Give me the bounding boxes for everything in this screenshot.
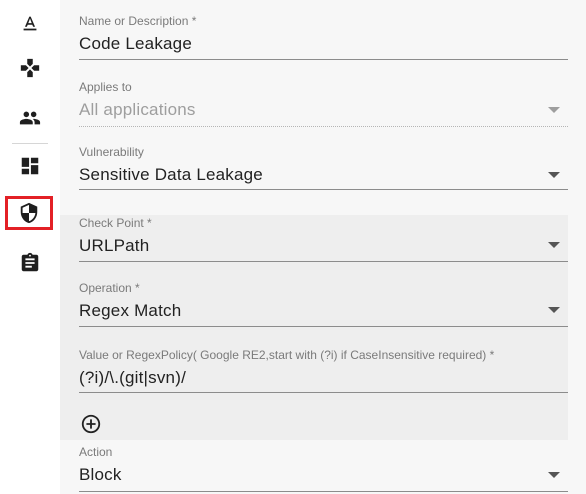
regex-input[interactable]: (?i)/\.(git|svn)/ xyxy=(79,368,186,388)
regex-label: Value or RegexPolicy( Google RE2,start w… xyxy=(79,348,495,362)
applies-to-label: Applies to xyxy=(79,80,132,94)
action-field[interactable]: Action Block xyxy=(60,440,568,494)
add-circle-icon[interactable] xyxy=(80,413,102,435)
chevron-down-icon[interactable] xyxy=(548,172,560,178)
name-underline xyxy=(79,59,568,60)
action-label: Action xyxy=(79,445,113,459)
action-underline xyxy=(79,491,568,492)
applies-to-select[interactable]: All applications xyxy=(79,100,196,120)
users-icon[interactable] xyxy=(0,100,60,136)
check-point-field[interactable]: Check Point * URLPath xyxy=(60,215,568,262)
regex-field[interactable]: Value or RegexPolicy( Google RE2,start w… xyxy=(60,328,568,440)
regex-underline xyxy=(79,392,568,393)
operation-field[interactable]: Operation * Regex Match xyxy=(60,262,568,328)
action-select[interactable]: Block xyxy=(79,465,122,485)
chevron-down-icon[interactable] xyxy=(548,242,560,248)
operation-underline xyxy=(79,326,568,327)
applies-to-field[interactable]: Applies to All applications xyxy=(60,64,568,128)
check-point-select[interactable]: URLPath xyxy=(79,236,149,256)
clipboard-icon[interactable] xyxy=(0,245,60,281)
chevron-down-icon[interactable] xyxy=(548,307,560,313)
vulnerability-label: Vulnerability xyxy=(79,145,144,159)
sidebar-divider xyxy=(12,143,48,144)
vulnerability-field[interactable]: Vulnerability Sensitive Data Leakage xyxy=(60,130,568,194)
name-input[interactable]: Code Leakage xyxy=(79,34,192,54)
name-label: Name or Description * xyxy=(79,14,197,28)
operation-label: Operation * xyxy=(79,281,140,295)
applies-to-underline xyxy=(79,126,568,127)
gamepad-icon[interactable] xyxy=(0,50,60,86)
vulnerability-underline xyxy=(79,189,568,190)
rule-form: Name or Description * Code Leakage Appli… xyxy=(60,0,586,494)
sidebar xyxy=(0,0,60,494)
operation-select[interactable]: Regex Match xyxy=(79,301,181,321)
chevron-down-icon[interactable] xyxy=(548,107,560,113)
check-point-label: Check Point * xyxy=(79,216,152,230)
name-field[interactable]: Name or Description * Code Leakage xyxy=(60,0,568,64)
chevron-down-icon[interactable] xyxy=(548,472,560,478)
shield-icon[interactable] xyxy=(5,196,53,230)
dashboard-icon[interactable] xyxy=(0,148,60,184)
text-format-icon[interactable] xyxy=(0,6,60,42)
vulnerability-select[interactable]: Sensitive Data Leakage xyxy=(79,165,263,185)
